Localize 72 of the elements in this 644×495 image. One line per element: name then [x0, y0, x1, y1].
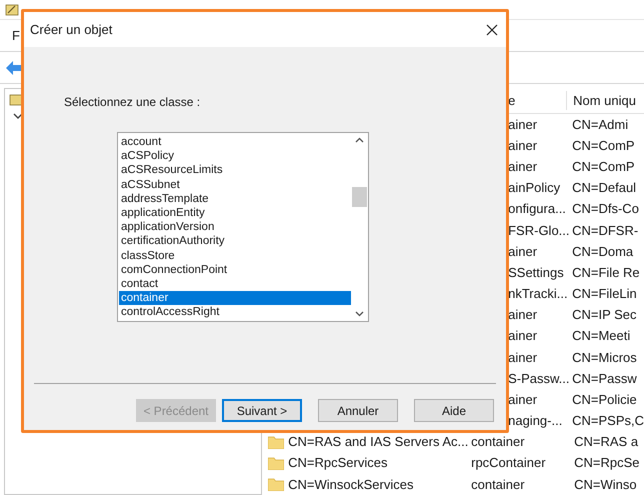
- table-cell-text: CN=Meeti: [571, 327, 630, 346]
- table-cell-text: ainer: [508, 158, 538, 176]
- table-cell-text: CN=IP Sec: [571, 306, 637, 324]
- scroll-thumb[interactable]: [352, 187, 367, 207]
- table-cell-text: container: [471, 433, 526, 452]
- table-cell-text: S-Passw...: [508, 370, 566, 388]
- chevron-down-icon[interactable]: [13, 113, 23, 119]
- column-header[interactable]: Nom uniqu: [566, 90, 636, 110]
- class-item[interactable]: aCSSubnet: [119, 178, 351, 192]
- table-cell-text: CN=Micros: [571, 348, 637, 367]
- class-item[interactable]: aCSResourceLimits: [119, 163, 351, 178]
- dialog-button[interactable]: Suivant >: [222, 399, 302, 422]
- table-cell-text: ainer: [508, 327, 538, 346]
- table-cell-text: CN=File Re: [571, 264, 640, 282]
- class-prompt: Sélectionnez une classe :: [64, 94, 200, 111]
- class-item[interactable]: container: [119, 291, 351, 306]
- table-cell-text: ainPolicy: [508, 179, 562, 198]
- table-cell-text: CN=PSPs,C: [571, 412, 644, 430]
- class-item[interactable]: addressTemplate: [119, 192, 351, 206]
- dialog-button[interactable]: Annuler: [318, 399, 398, 422]
- class-item[interactable]: contact: [119, 276, 351, 292]
- class-list[interactable]: account aCSPolicy aCSResourceLimits aCSSubnet addressTemplate applicationEntity applicationVersion certificationAuthority classStore comConnectionPoint contact container controlAccessRight: [117, 132, 369, 322]
- class-item[interactable]: account: [119, 135, 351, 150]
- folder-icon: [268, 456, 284, 470]
- dialog-button[interactable]: Aide: [414, 399, 494, 422]
- table-cell-text: FSR-Glo...: [508, 222, 566, 240]
- table-cell-text: naging-...: [508, 412, 564, 430]
- table-cell-text: CN=DFSR-: [571, 222, 638, 240]
- class-item[interactable]: applicationVersion: [119, 220, 351, 234]
- table-cell-text: CN=RpcSe: [573, 454, 640, 472]
- back-arrow-icon[interactable]: [6, 60, 22, 74]
- column-header[interactable]: e: [508, 90, 566, 110]
- table-cell-text: rpcContainer: [471, 454, 547, 472]
- table-cell-text: ainer: [508, 390, 538, 409]
- table-cell-text: CN=RAS and IAS Servers Ac...: [287, 433, 470, 452]
- table-cell-text: CN=Passw: [571, 370, 637, 388]
- table-cell-text: onfigura...: [508, 200, 566, 218]
- table-cell-text: ainer: [508, 136, 538, 155]
- class-item[interactable]: aCSPolicy: [119, 149, 351, 164]
- scroll-down-icon[interactable]: [355, 311, 364, 317]
- class-item[interactable]: certificationAuthority: [119, 234, 351, 248]
- folder-icon: [268, 436, 284, 449]
- table-cell-text: ainer: [508, 116, 538, 134]
- table-cell-text: container: [471, 476, 526, 494]
- table-cell-text: ainer: [508, 242, 538, 261]
- folder-icon: [268, 478, 284, 491]
- table-cell-text: ainer: [508, 348, 538, 367]
- table-cell-text: CN=RAS a: [573, 433, 638, 452]
- table-cell-text: SSettings: [508, 264, 565, 282]
- table-cell-text: CN=Dfs-Co: [571, 200, 639, 218]
- table-cell-text: nkTracki...: [508, 285, 566, 304]
- table-cell-text: CN=WinsockServices: [287, 476, 414, 494]
- table-cell-text: CN=ComP: [571, 158, 635, 176]
- table-cell-text: CN=ComP: [571, 136, 635, 155]
- class-item[interactable]: comConnectionPoint: [119, 262, 351, 277]
- tree-root-icon[interactable]: [9, 93, 23, 107]
- app-icon: [5, 2, 19, 16]
- menu-item[interactable]: F: [12, 26, 20, 46]
- table-cell-text: CN=Doma: [571, 242, 634, 261]
- scroll-up-icon[interactable]: [355, 137, 364, 143]
- table-cell-text: CN=Policie: [571, 390, 637, 409]
- close-icon[interactable]: [486, 24, 498, 36]
- table-cell-text: ainer: [508, 306, 538, 324]
- class-item[interactable]: classStore: [119, 248, 351, 263]
- table-cell-text: CN=Winso: [573, 476, 637, 494]
- class-item[interactable]: applicationEntity: [119, 206, 351, 220]
- table-cell-text: CN=FileLin: [571, 285, 637, 304]
- class-item[interactable]: controlAccessRight: [119, 305, 351, 320]
- dialog-title: Créer un objet: [30, 20, 112, 39]
- table-cell-text: CN=RpcServices: [287, 454, 388, 472]
- table-cell-text: CN=Admi: [571, 116, 628, 134]
- table-cell-text: CN=Defaul: [571, 179, 636, 198]
